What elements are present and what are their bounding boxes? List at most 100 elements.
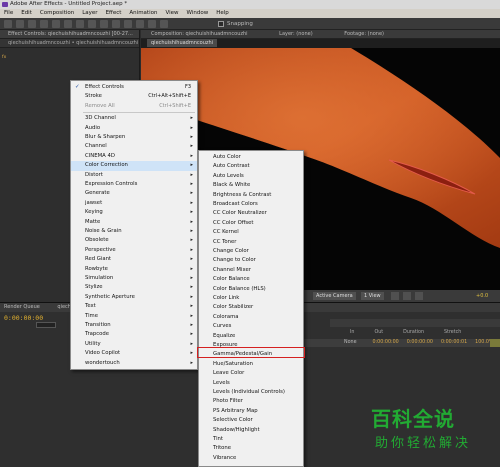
- effect-menu-item[interactable]: jawset ▸: [71, 199, 197, 209]
- brush-tool-icon[interactable]: [112, 20, 120, 28]
- effect-menu-item[interactable]: CINEMA 4D ▸: [71, 152, 197, 162]
- submenu-item[interactable]: Color Link: [199, 294, 303, 304]
- effect-menu-item[interactable]: Distort ▸: [71, 171, 197, 181]
- submenu-item[interactable]: Levels (Individual Controls): [199, 388, 303, 398]
- timeline-layer-row[interactable]: None 0:00:00:00 0:00:00:00 0:00:00:01 10…: [300, 339, 500, 347]
- parent-dropdown[interactable]: None: [344, 339, 365, 347]
- menu-layer[interactable]: Layer: [82, 9, 97, 18]
- effect-menu-item[interactable]: Trapcode ▸: [71, 330, 197, 340]
- submenu-item[interactable]: Color Balance (HLS): [199, 285, 303, 295]
- submenu-item[interactable]: Channel Mixer: [199, 266, 303, 276]
- layer-in-time[interactable]: 0:00:00:00: [373, 339, 399, 347]
- submenu-item[interactable]: Change to Color: [199, 256, 303, 266]
- submenu-item[interactable]: Auto Color: [199, 153, 303, 163]
- menu-composition[interactable]: Composition: [40, 9, 74, 18]
- active-camera-dropdown[interactable]: Active Camera: [313, 292, 356, 300]
- view-layout-dropdown[interactable]: 1 View: [361, 292, 384, 300]
- submenu-item[interactable]: CC Color Neutralizer: [199, 209, 303, 219]
- tab-render-queue[interactable]: Render Queue: [4, 304, 40, 310]
- effect-menu-item[interactable]: Utility ▸: [71, 340, 197, 350]
- roto-brush-tool-icon[interactable]: [148, 20, 156, 28]
- submenu-item[interactable]: CC Toner: [199, 238, 303, 248]
- effect-menu-item[interactable]: Red Giant ▸: [71, 255, 197, 265]
- timeline-ruler[interactable]: [330, 319, 500, 327]
- effect-menu-item[interactable]: Synthetic Aperture ▸: [71, 293, 197, 303]
- submenu-item[interactable]: Color Stabilizer: [199, 303, 303, 313]
- effect-item[interactable]: [2, 54, 64, 62]
- puppet-tool-icon[interactable]: [160, 20, 168, 28]
- submenu-item[interactable]: Leave Color: [199, 369, 303, 379]
- effect-menu-item[interactable]: Transition ▸: [71, 321, 197, 331]
- composition-tab[interactable]: qiechuishihuadmncouzhi: [147, 39, 218, 47]
- submenu-item[interactable]: Photo Filter: [199, 397, 303, 407]
- submenu-item[interactable]: Color Balance: [199, 275, 303, 285]
- effect-menu-item[interactable]: Stroke Ctrl+Alt+Shift+E: [71, 92, 197, 102]
- submenu-item[interactable]: Curves: [199, 322, 303, 332]
- effect-menu-item[interactable]: Video Copilot ▸: [71, 349, 197, 359]
- effect-menu-item[interactable]: Channel ▸: [71, 142, 197, 152]
- eraser-tool-icon[interactable]: [136, 20, 144, 28]
- submenu-item[interactable]: Tritone: [199, 444, 303, 454]
- effect-menu-item[interactable]: Audio ▸: [71, 124, 197, 134]
- menu-edit[interactable]: Edit: [21, 9, 32, 18]
- clone-tool-icon[interactable]: [124, 20, 132, 28]
- submenu-item[interactable]: Auto Contrast: [199, 162, 303, 172]
- layer-out-time[interactable]: 0:00:00:00: [407, 339, 433, 347]
- effect-menu-item[interactable]: Color Correction ▸: [71, 161, 197, 171]
- menu-window[interactable]: Window: [187, 9, 209, 18]
- submenu-item[interactable]: Selective Color: [199, 416, 303, 426]
- exposure-value[interactable]: +0.0: [476, 290, 488, 302]
- effect-menu-item[interactable]: Generate ▸: [71, 189, 197, 199]
- submenu-item[interactable]: Brightness & Contrast: [199, 191, 303, 201]
- submenu-item[interactable]: Hue/Saturation: [199, 360, 303, 370]
- pan-tool-icon[interactable]: [64, 20, 72, 28]
- submenu-item[interactable]: Equalize: [199, 332, 303, 342]
- submenu-item[interactable]: Tint: [199, 435, 303, 445]
- menu-help[interactable]: Help: [216, 9, 229, 18]
- current-timecode[interactable]: 0:00:00:00: [4, 314, 43, 322]
- submenu-item[interactable]: Shadow/Highlight: [199, 426, 303, 436]
- effect-menu-item[interactable]: 3D Channel ▸: [71, 114, 197, 124]
- layer-duration[interactable]: 0:00:00:01: [441, 339, 467, 347]
- effect-menu-item[interactable]: Noise & Grain ▸: [71, 227, 197, 237]
- timeline-search-input[interactable]: [36, 322, 56, 328]
- effect-menu-item[interactable]: Rowbyte ▸: [71, 265, 197, 275]
- submenu-item[interactable]: Levels: [199, 379, 303, 389]
- effect-menu-item[interactable]: Keying ▸: [71, 208, 197, 218]
- hand-tool-icon[interactable]: [16, 20, 24, 28]
- layer-header-title[interactable]: Layer: (none): [279, 31, 313, 37]
- submenu-item[interactable]: Vibrance: [199, 454, 303, 464]
- camera-tool-icon[interactable]: [52, 20, 60, 28]
- pen-tool-icon[interactable]: [88, 20, 96, 28]
- toggle-icon[interactable]: [391, 292, 399, 300]
- effect-menu-item[interactable]: Text ▸: [71, 302, 197, 312]
- snapping-checkbox[interactable]: [218, 21, 224, 27]
- submenu-item[interactable]: Colorama: [199, 313, 303, 323]
- effect-menu-item[interactable]: Matte ▸: [71, 218, 197, 228]
- effect-menu-item[interactable]: ✓ Effect Controls F3: [71, 83, 197, 93]
- selection-tool-icon[interactable]: [4, 20, 12, 28]
- footage-header-title[interactable]: Footage: (none): [344, 31, 384, 37]
- menu-effect[interactable]: Effect: [106, 9, 122, 18]
- submenu-item[interactable]: CC Kernel: [199, 228, 303, 238]
- menu-animation[interactable]: Animation: [129, 9, 157, 18]
- submenu-item[interactable]: Auto Levels: [199, 172, 303, 182]
- effect-menu-item[interactable]: Remove All Ctrl+Shift+E: [71, 102, 197, 112]
- menu-file[interactable]: File: [4, 9, 13, 18]
- rotate-tool-icon[interactable]: [40, 20, 48, 28]
- mask-tool-icon[interactable]: [76, 20, 84, 28]
- submenu-item[interactable]: CC Color Offset: [199, 219, 303, 229]
- effect-menu-item[interactable]: Time ▸: [71, 312, 197, 322]
- effect-controls-tab[interactable]: Effect Controls: qiechuishihuadmncouzhi …: [0, 30, 139, 39]
- submenu-item[interactable]: PS Arbitrary Map: [199, 407, 303, 417]
- effect-menu-item[interactable]: wondertouch ▸: [71, 359, 197, 369]
- composition-header-title[interactable]: Composition: qiechuishihuadmncouzhi: [151, 31, 248, 37]
- mask-visibility-icon[interactable]: [415, 292, 423, 300]
- text-tool-icon[interactable]: [100, 20, 108, 28]
- submenu-item[interactable]: Change Color: [199, 247, 303, 257]
- effect-menu-item[interactable]: Obsolete ▸: [71, 236, 197, 246]
- submenu-item[interactable]: Black & White: [199, 181, 303, 191]
- effect-menu-item[interactable]: Expression Controls ▸: [71, 180, 197, 190]
- effect-menu-item[interactable]: Perspective ▸: [71, 246, 197, 256]
- layer-duration-bar[interactable]: [490, 339, 500, 347]
